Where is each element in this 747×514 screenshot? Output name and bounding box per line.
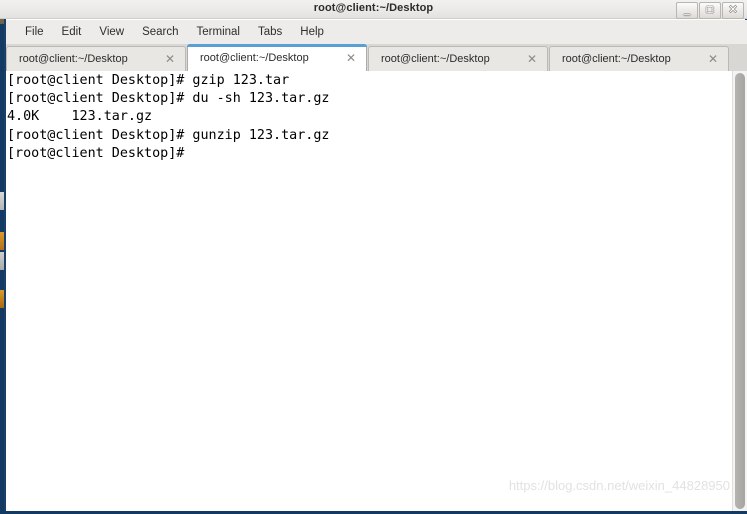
menu-item-edit[interactable]: Edit bbox=[53, 24, 91, 40]
menu-item-tabs[interactable]: Tabs bbox=[249, 24, 291, 40]
tab-3[interactable]: root@client:~/Desktop ✕ bbox=[368, 46, 548, 71]
tab-1-label: root@client:~/Desktop bbox=[19, 53, 128, 65]
terminal-scrollbar[interactable] bbox=[732, 71, 747, 511]
window-controls: _ □ ✕ bbox=[676, 2, 744, 19]
maximize-button[interactable]: □ bbox=[699, 2, 721, 19]
tab-2-label: root@client:~/Desktop bbox=[200, 52, 309, 64]
terminal-output[interactable]: [root@client Desktop]# gzip 123.tar [roo… bbox=[6, 71, 732, 511]
close-button[interactable]: ✕ bbox=[722, 2, 744, 19]
menu-item-file[interactable]: File bbox=[16, 24, 53, 40]
tab-bar: root@client:~/Desktop ✕ root@client:~/De… bbox=[6, 44, 747, 71]
menu-bar: File Edit View Search Terminal Tabs Help bbox=[6, 20, 747, 44]
tab-4[interactable]: root@client:~/Desktop ✕ bbox=[549, 46, 729, 71]
terminal-line: [root@client Desktop]# gunzip 123.tar.gz bbox=[7, 127, 330, 143]
terminal-line: 4.0K 123.tar.gz bbox=[7, 109, 153, 125]
close-icon[interactable]: ✕ bbox=[165, 53, 185, 65]
scrollbar-thumb[interactable] bbox=[735, 73, 745, 509]
close-icon[interactable]: ✕ bbox=[527, 53, 547, 65]
close-icon[interactable]: ✕ bbox=[708, 53, 728, 65]
tab-3-label: root@client:~/Desktop bbox=[381, 53, 490, 65]
terminal-line: [root@client Desktop]# gzip 123.tar bbox=[7, 73, 290, 88]
close-icon[interactable]: ✕ bbox=[346, 52, 366, 64]
tab-4-label: root@client:~/Desktop bbox=[562, 53, 671, 65]
watermark: https://blog.csdn.net/weixin_44828950 bbox=[508, 478, 730, 493]
terminal-line: [root@client Desktop]# du -sh 123.tar.gz bbox=[7, 91, 330, 107]
terminal-body: [root@client Desktop]# gzip 123.tar [roo… bbox=[6, 71, 747, 511]
tab-1[interactable]: root@client:~/Desktop ✕ bbox=[6, 46, 186, 71]
terminal-line: [root@client Desktop]# bbox=[7, 145, 185, 161]
minimize-button[interactable]: _ bbox=[676, 2, 698, 19]
window-title: root@client:~/Desktop bbox=[313, 2, 434, 14]
menu-item-search[interactable]: Search bbox=[133, 24, 187, 40]
menu-item-terminal[interactable]: Terminal bbox=[188, 24, 249, 40]
menu-item-help[interactable]: Help bbox=[291, 24, 333, 40]
tab-2[interactable]: root@client:~/Desktop ✕ bbox=[187, 44, 367, 71]
menu-item-view[interactable]: View bbox=[90, 24, 133, 40]
window-titlebar[interactable]: root@client:~/Desktop _ □ ✕ bbox=[0, 0, 747, 19]
